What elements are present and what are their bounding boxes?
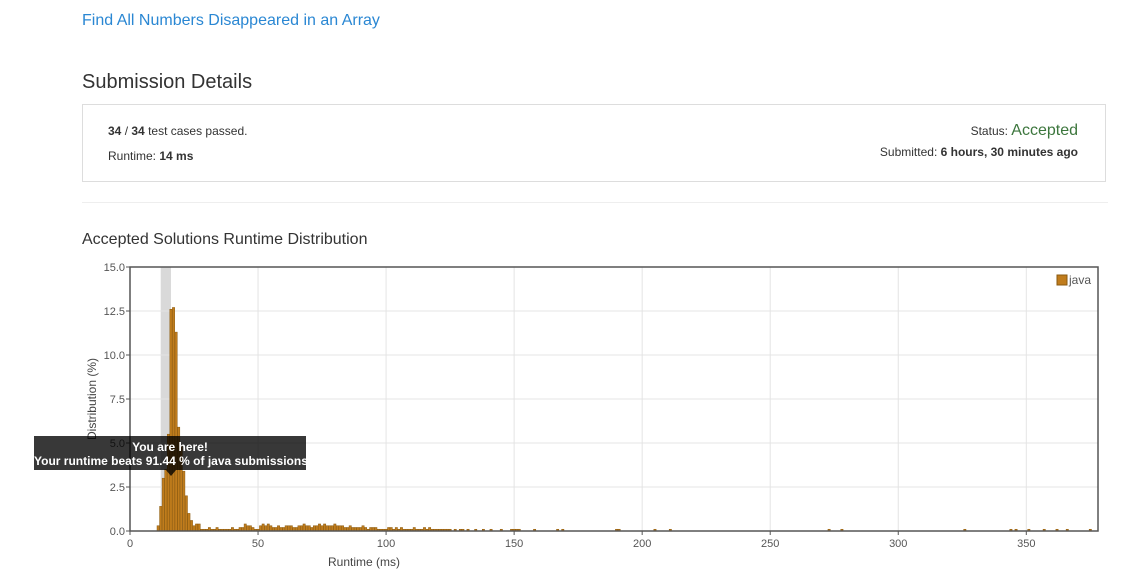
histogram-bar xyxy=(174,331,178,532)
y-tick-label: 12.5 xyxy=(104,306,125,318)
histogram-bar xyxy=(361,525,365,532)
histogram-bar xyxy=(312,525,316,532)
histogram-bar xyxy=(264,525,268,532)
legend-swatch xyxy=(1056,274,1068,286)
histogram-bar xyxy=(187,513,191,532)
tooltip-line2: Your runtime beats 91.44 % of java submi… xyxy=(34,454,312,468)
histogram-bar xyxy=(330,525,334,532)
y-tick-label: 10.0 xyxy=(104,350,125,362)
you-are-here-tooltip: You are here! Your runtime beats 91.44 %… xyxy=(34,436,312,476)
x-tick-label: 200 xyxy=(633,538,651,550)
x-tick-label: 350 xyxy=(1017,538,1035,550)
histogram-bar xyxy=(277,525,280,532)
histogram-bar xyxy=(172,307,175,532)
histogram-bar xyxy=(159,506,163,532)
histogram-bar xyxy=(318,523,321,532)
y-tick-label: 15.0 xyxy=(104,262,125,274)
histogram-bar xyxy=(287,525,291,532)
x-tick-label: 50 xyxy=(252,538,264,550)
histogram-bar xyxy=(328,525,332,532)
tooltip-arrow xyxy=(166,470,176,476)
histogram-bar xyxy=(164,469,168,532)
histogram-bar xyxy=(161,477,165,532)
histogram-bar xyxy=(169,308,173,532)
histogram-bar xyxy=(269,525,273,532)
histogram-bar xyxy=(302,523,306,532)
histogram-bar xyxy=(243,523,247,532)
histogram-bar xyxy=(305,525,309,532)
y-tick-label: 0.0 xyxy=(110,526,125,538)
histogram-bar xyxy=(184,495,188,532)
y-axis-label: Distribution (%) xyxy=(85,358,99,440)
histogram-bar xyxy=(156,525,160,532)
histogram-bar xyxy=(297,525,301,532)
histogram-bar xyxy=(300,525,303,532)
y-tick-label: 7.5 xyxy=(110,394,125,406)
histogram-bar xyxy=(284,525,288,532)
x-tick-label: 100 xyxy=(377,538,395,550)
histogram-bar xyxy=(248,525,252,532)
histogram-bar xyxy=(289,525,293,532)
legend-label: java xyxy=(1068,273,1091,287)
x-tick-label: 300 xyxy=(889,538,907,550)
histogram-bar xyxy=(195,523,198,532)
histogram-bar xyxy=(336,525,339,532)
x-tick-label: 0 xyxy=(127,538,133,550)
histogram-bar xyxy=(246,525,250,532)
histogram-bar xyxy=(307,525,311,532)
histogram-bar xyxy=(266,523,270,532)
histogram-bar xyxy=(259,525,263,532)
runtime-distribution-chart[interactable]: 0501001502002503003500.02.55.07.510.012.… xyxy=(0,0,1128,578)
x-tick-label: 250 xyxy=(761,538,779,550)
histogram-bar xyxy=(192,525,196,532)
histogram-bar xyxy=(197,523,201,532)
histogram-bar xyxy=(182,470,186,532)
x-axis-label: Runtime (ms) xyxy=(328,555,400,569)
histogram-bar xyxy=(320,525,324,532)
y-tick-label: 2.5 xyxy=(110,482,125,494)
histogram-bar xyxy=(333,523,337,532)
tooltip-line1: You are here! xyxy=(132,440,208,454)
histogram-bar xyxy=(338,525,342,532)
histogram-bar xyxy=(325,525,329,532)
histogram-bar xyxy=(261,523,265,532)
histogram-bar xyxy=(341,525,344,532)
histogram-bar xyxy=(323,523,327,532)
histogram-bar xyxy=(348,525,352,532)
histogram-bar xyxy=(190,520,193,532)
x-tick-label: 150 xyxy=(505,538,523,550)
histogram-bar xyxy=(315,525,319,532)
